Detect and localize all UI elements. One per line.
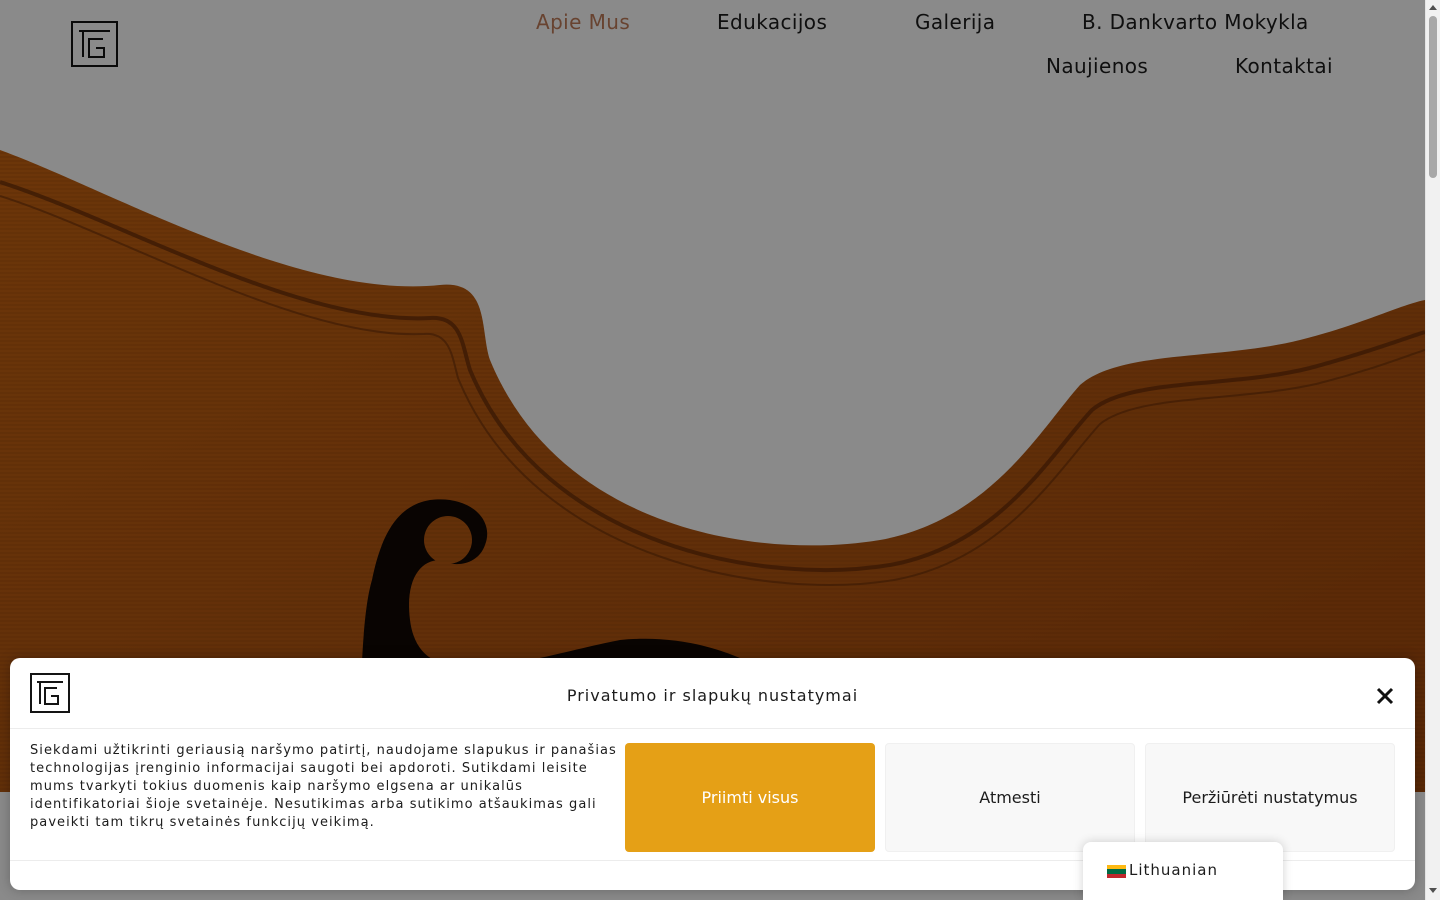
page-scrollbar[interactable] xyxy=(1425,0,1440,900)
divider xyxy=(10,728,1415,729)
lithuania-flag-icon xyxy=(1107,865,1126,878)
scrollbar-thumb[interactable] xyxy=(1429,16,1437,178)
scroll-up-arrow-icon[interactable] xyxy=(1429,5,1437,10)
view-preferences-button[interactable]: Peržiūrėti nustatymus xyxy=(1145,743,1395,852)
close-icon[interactable] xyxy=(1374,685,1396,707)
cookie-banner-title: Privatumo ir slapukų nustatymai xyxy=(566,686,859,705)
scroll-down-arrow-icon[interactable] xyxy=(1429,888,1437,893)
accept-all-button[interactable]: Priimti visus xyxy=(625,743,875,852)
cookie-banner-message: Siekdami užtikrinti geriausią naršymo pa… xyxy=(30,743,617,830)
deny-button[interactable]: Atmesti xyxy=(885,743,1135,852)
language-switcher[interactable]: Lithuanian xyxy=(1083,842,1283,900)
language-label: Lithuanian xyxy=(1129,861,1218,879)
